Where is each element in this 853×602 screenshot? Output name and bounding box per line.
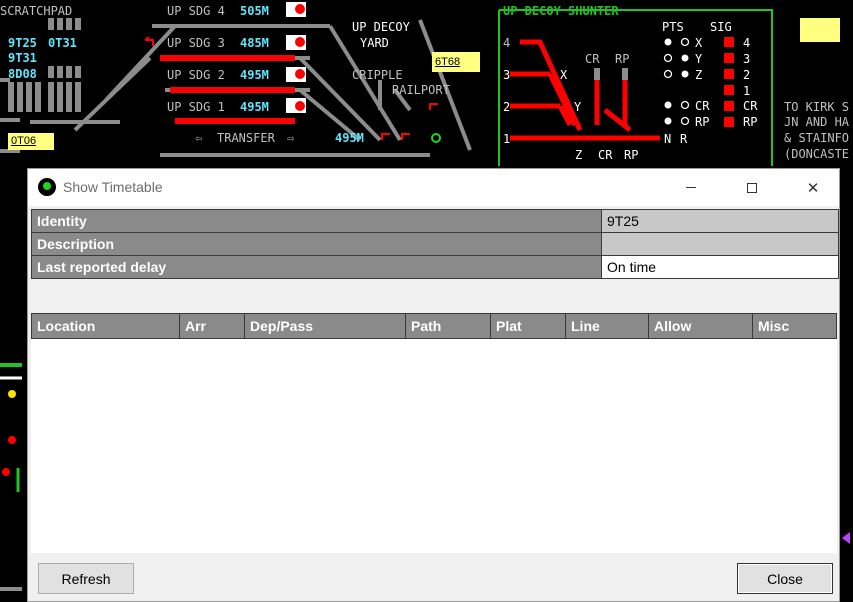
railport-label: RAILPORT [392, 83, 450, 97]
cripple-label: CRIPPLE [352, 68, 403, 82]
close-button[interactable]: Close [737, 563, 833, 594]
sig-row-label: 2 [743, 68, 751, 82]
sig-row-label: 1 [743, 84, 751, 98]
siding-label: UP SDG 2 [167, 68, 225, 82]
maximize-button[interactable] [729, 169, 775, 206]
shunter-title: UP DECOY SHUNTER [503, 4, 619, 18]
transfer-length: 495M [335, 131, 364, 145]
column-location[interactable]: Location [31, 313, 180, 339]
kirk-text: & STAINFO [784, 131, 850, 145]
sig-row-label: 4 [743, 36, 751, 50]
close-window-button[interactable]: ✕ [790, 169, 836, 206]
siding-label: UP SDG 4 [167, 4, 225, 18]
shunter-route: 2 [503, 100, 511, 114]
delay-value: On time [601, 255, 839, 279]
transfer-right-arrow: ⇨ [287, 131, 295, 145]
app-icon [38, 178, 56, 196]
delay-label: Last reported delay [31, 255, 602, 279]
siding-label: UP SDG 3 [167, 36, 225, 50]
pts-row-label: X [695, 36, 703, 50]
point-cr-label: CR [585, 52, 600, 66]
identity-label: Identity [31, 209, 602, 233]
dialog-title: Show Timetable [63, 179, 163, 195]
minimize-icon [686, 187, 696, 188]
point-n-label: N [664, 132, 672, 146]
kirk-text: JN AND HA [784, 115, 850, 129]
siding-label: UP SDG 1 [167, 100, 225, 114]
scratchpad-label: SCRATCHPAD [0, 4, 73, 18]
sig-row-label: CR [743, 99, 758, 113]
column-plat[interactable]: Plat [490, 313, 566, 339]
column-allow[interactable]: Allow [648, 313, 753, 339]
description-row: Description [31, 232, 839, 256]
point-rp-label-2: RP [624, 148, 639, 162]
point-y-label: Y [574, 100, 582, 114]
sig-row-label: RP [743, 115, 758, 129]
column-path[interactable]: Path [405, 313, 491, 339]
pts-row-label: CR [695, 99, 710, 113]
identity-row: Identity 9T25 [31, 209, 839, 233]
timetable-header: Location Arr Dep/Pass Path Plat Line All… [31, 313, 837, 339]
dialog-titlebar[interactable]: Show Timetable ✕ [28, 169, 839, 206]
kirk-text: TO KIRK S [784, 100, 850, 114]
siding-length: 495M [240, 68, 269, 82]
point-rp-label: RP [615, 52, 630, 66]
pts-row-label: Y [695, 52, 703, 66]
show-timetable-dialog: Show Timetable ✕ Identity 9T25 Descripti… [27, 168, 840, 602]
siding-length: 505M [240, 4, 269, 18]
scratch-entry: 0T31 [48, 36, 77, 50]
column-line[interactable]: Line [565, 313, 649, 339]
point-z-label: Z [575, 148, 583, 162]
minimize-button[interactable] [668, 169, 714, 206]
maximize-icon [747, 182, 757, 193]
scratch-entry: 9T31 [8, 51, 37, 65]
sig-label: SIG [710, 20, 732, 34]
transfer-left-arrow: ⇦ [195, 131, 203, 145]
point-cr-label-2: CR [598, 148, 613, 162]
decoy-yard-label: UP DECOY [352, 20, 410, 34]
description-label: Description [31, 232, 602, 256]
point-x-label: X [560, 68, 568, 82]
identity-value: 9T25 [601, 209, 839, 233]
shunter-route: 4 [503, 36, 511, 50]
column-dep-pass[interactable]: Dep/Pass [244, 313, 406, 339]
transfer-label: TRANSFER [217, 131, 275, 145]
column-misc[interactable]: Misc [752, 313, 837, 339]
pts-label: PTS [662, 20, 684, 34]
point-r-label: R [680, 132, 688, 146]
timetable-list[interactable] [31, 339, 837, 553]
siding-length: 495M [240, 100, 269, 114]
scratch-entry: 8D08 [8, 67, 37, 81]
close-icon: ✕ [806, 179, 820, 197]
headcode-box[interactable]: 6T68 [432, 52, 480, 72]
siding-length: 485M [240, 36, 269, 50]
kirk-text: (DONCASTE [784, 147, 850, 161]
train-info-grid: Identity 9T25 Description Last reported … [31, 209, 839, 279]
pts-row-label: RP [695, 115, 710, 129]
refresh-button[interactable]: Refresh [38, 563, 134, 594]
description-value [601, 232, 839, 256]
column-arr[interactable]: Arr [179, 313, 245, 339]
decoy-yard-label-2: YARD [360, 36, 389, 50]
delay-row: Last reported delay On time [31, 255, 839, 279]
shunter-route: 3 [503, 68, 511, 82]
sig-row-label: 3 [743, 52, 751, 66]
scratch-headcode-box[interactable]: 0T06 [8, 133, 54, 150]
scratch-entry: 9T25 [8, 36, 37, 50]
pts-row-label: Z [695, 68, 703, 82]
shunter-route: 1 [503, 132, 511, 146]
